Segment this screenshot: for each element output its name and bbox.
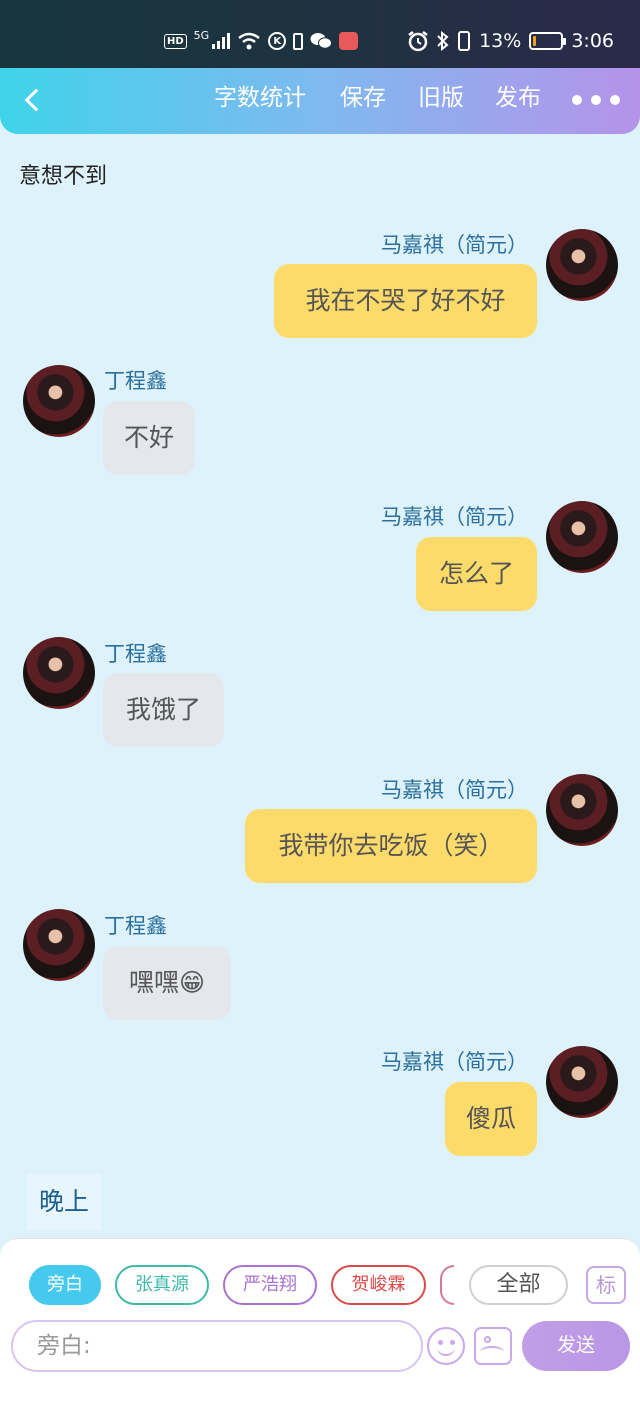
- emoji-icon[interactable]: [427, 1327, 465, 1365]
- battery-icon: [529, 32, 567, 50]
- save-button[interactable]: 保存: [340, 83, 386, 113]
- alarm-icon: [408, 31, 428, 52]
- status-right-icons: 13% 3:06: [407, 30, 614, 52]
- avatar[interactable]: [546, 774, 618, 846]
- avatar[interactable]: [546, 501, 618, 573]
- network-type: 5G: [193, 28, 210, 42]
- app-icon: [339, 32, 359, 50]
- role-chip-zhang[interactable]: 张真源: [115, 1265, 209, 1305]
- narration-text[interactable]: 晚上: [27, 1174, 101, 1230]
- signal-icon: [212, 33, 231, 49]
- clock: 3:06: [571, 30, 614, 52]
- sender-name: 丁程鑫: [104, 369, 167, 393]
- avatar[interactable]: [23, 637, 95, 709]
- send-button[interactable]: 发送: [522, 1321, 630, 1371]
- back-chevron-icon[interactable]: [20, 82, 50, 118]
- message-bubble[interactable]: 怎么了: [416, 537, 537, 611]
- mark-button[interactable]: 标: [586, 1266, 626, 1304]
- bluetooth-icon: [437, 31, 449, 51]
- message-bubble[interactable]: 我在不哭了好不好: [274, 264, 537, 338]
- phone-battery-icon: [293, 32, 304, 50]
- publish-button[interactable]: 发布: [495, 83, 541, 113]
- narration-text[interactable]: 意想不到: [19, 158, 107, 190]
- sender-name: 丁程鑫: [104, 642, 167, 666]
- battery-percent: 13%: [479, 30, 522, 52]
- sender-name: 马嘉祺（简元）: [381, 1050, 528, 1074]
- battery-level: [533, 36, 537, 46]
- wechat-icon: [310, 33, 333, 49]
- screen: HD 5G K 13% 3:06 字数统计 保存 旧版 发布 意想不到 马嘉祺（…: [0, 0, 640, 1408]
- k-icon: K: [268, 32, 287, 50]
- message-input[interactable]: [11, 1320, 423, 1372]
- avatar[interactable]: [23, 909, 95, 981]
- message-bubble[interactable]: 我饿了: [103, 673, 224, 747]
- role-chip-yan[interactable]: 严浩翔: [223, 1265, 317, 1305]
- app-header: 字数统计 保存 旧版 发布: [0, 68, 640, 134]
- message-bubble[interactable]: 傻瓜: [445, 1082, 537, 1156]
- all-roles-button[interactable]: 全部: [469, 1265, 568, 1305]
- avatar[interactable]: [546, 1046, 618, 1118]
- word-count-button[interactable]: 字数统计: [214, 83, 306, 113]
- sender-name: 马嘉祺（简元）: [381, 778, 528, 802]
- image-icon[interactable]: [474, 1327, 512, 1365]
- role-chip-narrator[interactable]: 旁白: [29, 1265, 101, 1305]
- sender-name: 马嘉祺（简元）: [381, 505, 528, 529]
- hd-icon: HD: [164, 33, 187, 49]
- message-bubble[interactable]: 不好: [103, 401, 195, 475]
- more-dots-icon[interactable]: [572, 95, 620, 105]
- sender-name: 马嘉祺（简元）: [381, 233, 528, 257]
- status-left-icons: HD 5G K: [164, 28, 359, 50]
- old-version-button[interactable]: 旧版: [418, 83, 464, 113]
- status-bar: HD 5G K 13% 3:06: [0, 0, 640, 70]
- role-chip-partial[interactable]: [440, 1265, 454, 1305]
- avatar[interactable]: [23, 365, 95, 437]
- message-bubble[interactable]: 嘿嘿😁: [103, 946, 231, 1020]
- avatar[interactable]: [546, 229, 618, 301]
- message-bubble[interactable]: 我带你去吃饭（笑）: [245, 809, 537, 883]
- sender-name: 丁程鑫: [104, 914, 167, 938]
- role-chip-he[interactable]: 贺峻霖: [331, 1265, 426, 1305]
- vibrate-icon: [458, 31, 471, 51]
- wifi-icon: [238, 32, 260, 50]
